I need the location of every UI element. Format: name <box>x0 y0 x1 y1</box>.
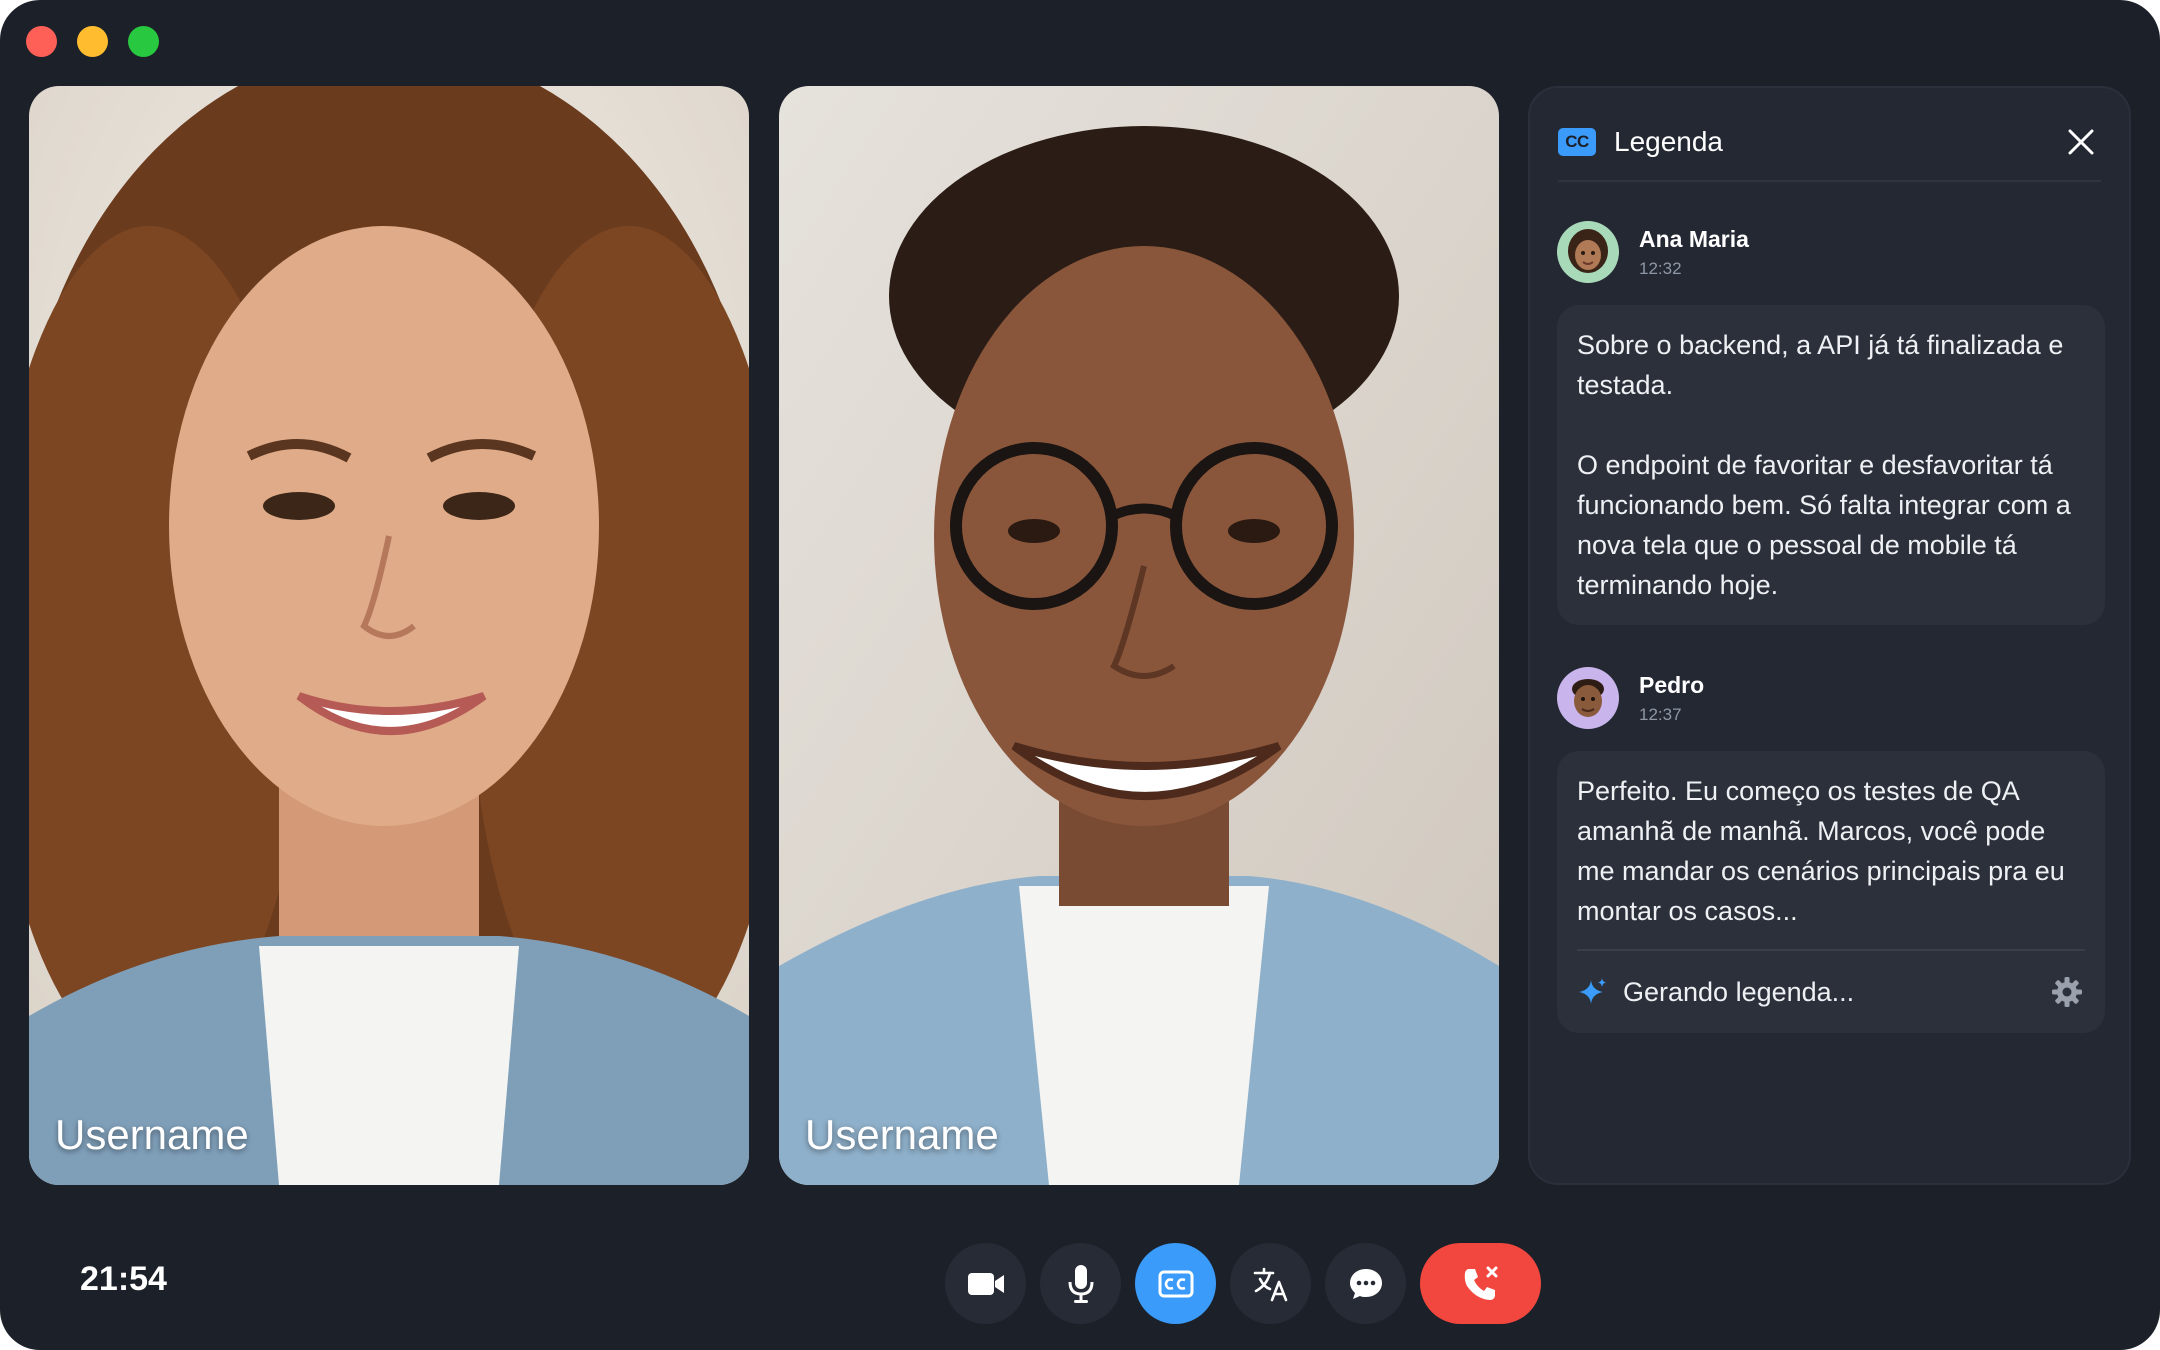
translate-icon <box>1253 1267 1287 1301</box>
translate-button[interactable] <box>1230 1243 1311 1324</box>
gear-icon[interactable] <box>2049 974 2085 1010</box>
close-icon <box>2068 129 2094 155</box>
captions-button[interactable] <box>1135 1243 1216 1324</box>
speaker-name: Ana Maria <box>1639 225 1749 252</box>
participant-video <box>29 86 749 1185</box>
close-window-button[interactable] <box>26 26 57 57</box>
mic-icon <box>1068 1264 1093 1303</box>
chat-icon <box>1349 1268 1382 1299</box>
captions-panel: CC Legenda Ana Maria 12:32 Sobre o backe… <box>1528 86 2131 1185</box>
caption-text: Perfeito. Eu começo os testes de QA aman… <box>1577 776 2065 926</box>
chat-button[interactable] <box>1325 1243 1406 1324</box>
window-controls <box>26 26 159 57</box>
caption-speaker: Pedro 12:37 <box>1557 667 1704 729</box>
status-text: Gerando legenda... <box>1623 977 1855 1007</box>
panel-title: Legenda <box>1614 126 1724 157</box>
caption-timestamp: 12:37 <box>1639 704 1682 724</box>
participant-video <box>779 86 1499 1185</box>
participant-name: Username <box>805 1111 999 1158</box>
close-panel-button[interactable] <box>2061 122 2101 162</box>
microphone-button[interactable] <box>1040 1243 1121 1324</box>
participant-tile[interactable]: Username <box>29 86 749 1185</box>
cc-icon: CC <box>1558 128 1596 156</box>
caption-bubble: Perfeito. Eu começo os testes de QA aman… <box>1557 751 2105 1033</box>
call-window: Username Username CC Legenda Ana Maria 1… <box>0 0 2160 1350</box>
speaker-name: Pedro <box>1639 671 1705 698</box>
captions-header: CC Legenda <box>1558 116 2101 182</box>
participant-tile[interactable]: Username <box>779 86 1499 1185</box>
call-controls <box>945 1243 1541 1324</box>
maximize-window-button[interactable] <box>128 26 159 57</box>
sparkle-icon <box>1579 978 1606 1004</box>
hangup-icon <box>1464 1266 1497 1300</box>
camera-button[interactable] <box>945 1243 1026 1324</box>
minimize-window-button[interactable] <box>77 26 108 57</box>
caption-bubble: Sobre o backend, a API já tá finalizada … <box>1557 305 2105 625</box>
participant-name: Username <box>55 1111 249 1158</box>
caption-text: Sobre o backend, a API já tá finalizada … <box>1577 330 2064 400</box>
avatar <box>1557 221 1619 283</box>
caption-status: Gerando legenda... <box>1577 949 2085 1033</box>
caption-text: O endpoint de favoritar e desfavoritar t… <box>1577 450 2071 600</box>
call-clock: 21:54 <box>80 1260 167 1298</box>
video-icon <box>967 1272 1004 1295</box>
avatar <box>1557 667 1619 729</box>
cc-icon <box>1158 1270 1193 1297</box>
end-call-button[interactable] <box>1420 1243 1541 1324</box>
caption-timestamp: 12:32 <box>1639 258 1682 278</box>
caption-speaker: Ana Maria 12:32 <box>1557 221 1749 283</box>
